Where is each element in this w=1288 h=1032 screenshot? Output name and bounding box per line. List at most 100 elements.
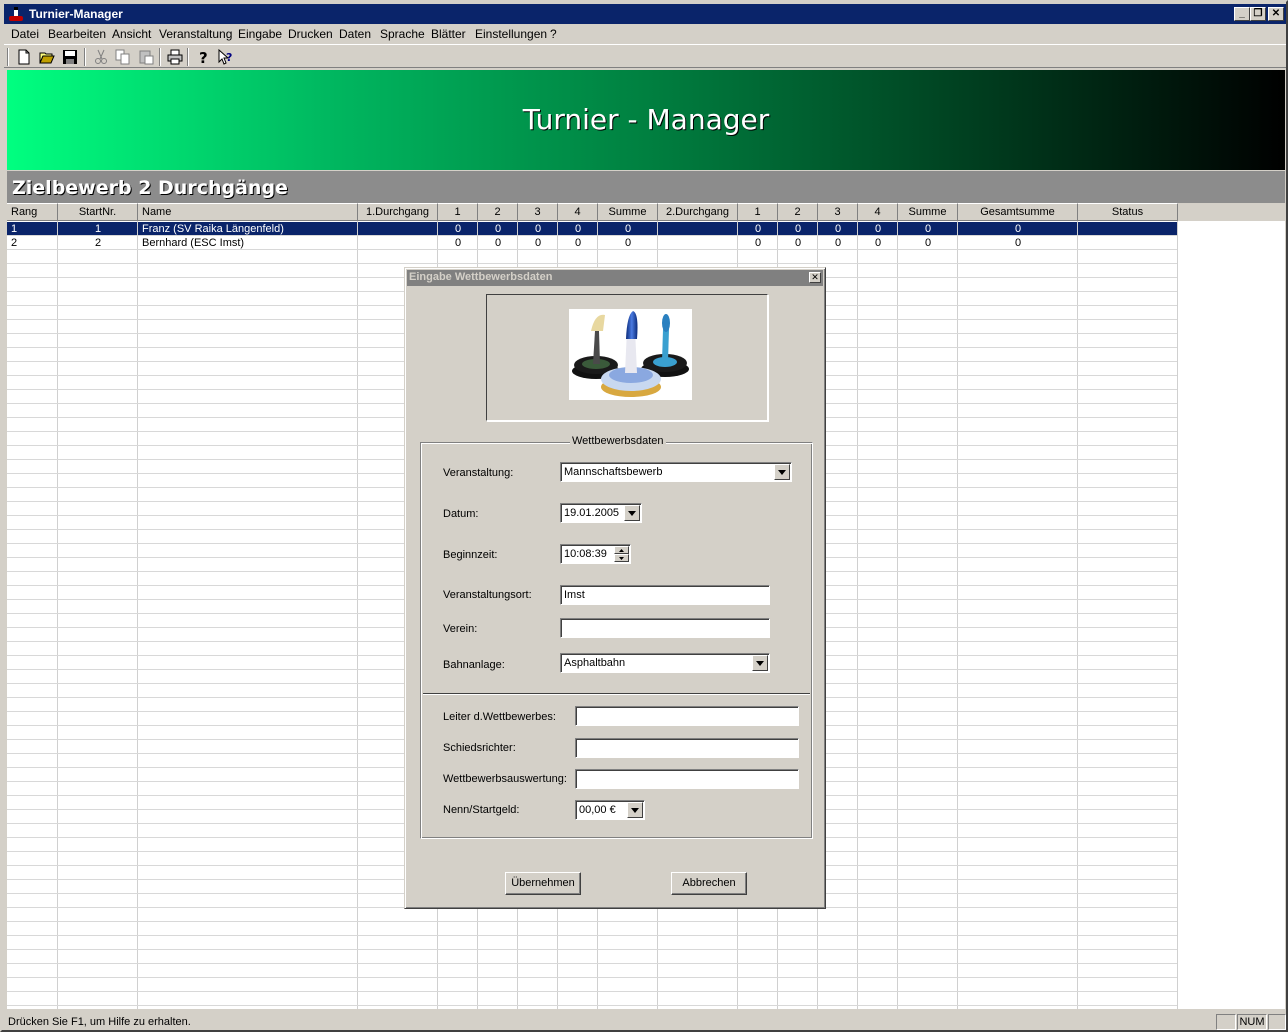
chevron-down-icon[interactable] — [752, 655, 768, 671]
table-cell[interactable]: 0 — [518, 222, 558, 236]
table-cell[interactable]: 2 — [58, 236, 138, 250]
menu-ansicht[interactable]: Ansicht — [112, 27, 151, 41]
menu-sprache[interactable]: Sprache — [380, 27, 425, 41]
table-cell[interactable]: 0 — [858, 236, 898, 250]
table-cell[interactable]: 0 — [478, 236, 518, 250]
table-cell[interactable]: 0 — [738, 236, 778, 250]
column-header[interactable]: Status — [1078, 203, 1178, 221]
table-cell[interactable]: 0 — [478, 222, 518, 236]
dialog-close-button[interactable]: ✕ — [809, 272, 821, 283]
chevron-down-icon[interactable] — [774, 464, 790, 480]
minimize-button[interactable]: _ — [1234, 7, 1250, 21]
column-header[interactable]: 1 — [738, 203, 778, 221]
bahnanlage-label: Bahnanlage: — [443, 659, 505, 671]
menu-bearbeiten[interactable]: Bearbeiten — [48, 27, 106, 41]
abbrechen-button[interactable]: Abbrechen — [671, 872, 747, 895]
table-cell[interactable]: 0 — [558, 222, 598, 236]
table-cell[interactable] — [358, 222, 438, 236]
chevron-down-icon[interactable] — [624, 505, 640, 521]
table-row[interactable]: 1 1 Franz (SV Raika Längenfeld) 0 0 0 0 0 0 0 0 0 0 0 — [7, 222, 1177, 236]
startgeld-select[interactable]: 00,00 € — [575, 800, 645, 820]
table-cell[interactable]: 0 — [598, 236, 658, 250]
context-help-icon[interactable]: ? — [217, 48, 235, 66]
table-cell[interactable]: 0 — [438, 236, 478, 250]
table-cell[interactable]: 0 — [778, 222, 818, 236]
table-cell[interactable]: 0 — [518, 236, 558, 250]
table-cell[interactable]: 0 — [818, 222, 858, 236]
status-text: Drücken Sie F1, um Hilfe zu erhalten. — [8, 1016, 191, 1028]
column-header[interactable]: 2 — [778, 203, 818, 221]
table-cell[interactable]: 0 — [858, 222, 898, 236]
cut-icon[interactable] — [92, 48, 110, 66]
bahnanlage-select[interactable]: Asphaltbahn — [560, 653, 770, 673]
spin-down-icon[interactable] — [614, 554, 629, 562]
table-cell[interactable]: 0 — [958, 222, 1078, 236]
column-header[interactable]: 1.Durchgang — [358, 203, 438, 221]
menu-blaetter[interactable]: Blätter — [431, 27, 466, 41]
paste-icon[interactable] — [137, 48, 155, 66]
table-cell[interactable]: 0 — [558, 236, 598, 250]
table-cell[interactable]: 0 — [898, 236, 958, 250]
column-header[interactable]: 2.Durchgang — [658, 203, 738, 221]
veranstaltungsort-field[interactable]: Imst — [560, 585, 770, 605]
help-icon[interactable]: ? — [194, 48, 212, 66]
column-header[interactable]: 4 — [858, 203, 898, 221]
open-folder-icon[interactable] — [38, 48, 56, 66]
table-cell[interactable]: 0 — [738, 222, 778, 236]
table-cell[interactable]: 2 — [7, 236, 58, 250]
menu-eingabe[interactable]: Eingabe — [238, 27, 282, 41]
column-header[interactable]: 1 — [438, 203, 478, 221]
time-spinner-buttons[interactable] — [614, 546, 629, 562]
table-cell[interactable]: Bernhard (ESC Imst) — [138, 236, 358, 250]
uebernehmen-button[interactable]: Übernehmen — [505, 872, 581, 895]
dialog-title-bar[interactable]: Eingabe Wettbewerbsdaten ✕ — [407, 270, 823, 286]
table-cell[interactable] — [658, 236, 738, 250]
column-header[interactable]: 4 — [558, 203, 598, 221]
menu-einstellungen[interactable]: Einstellungen — [475, 27, 547, 41]
menu-datei[interactable]: Datei — [11, 27, 39, 41]
column-header[interactable]: Summe — [898, 203, 958, 221]
column-header[interactable]: Gesamtsumme — [958, 203, 1078, 221]
table-cell[interactable]: 0 — [438, 222, 478, 236]
new-file-icon[interactable] — [15, 48, 33, 66]
beginnzeit-spinner[interactable]: 10:08:39 — [560, 544, 631, 564]
menu-veranstaltung[interactable]: Veranstaltung — [159, 27, 232, 41]
title-bar[interactable]: Turnier-Manager _ ❐ ✕ — [4, 4, 1286, 24]
table-cell[interactable] — [658, 222, 738, 236]
restore-button[interactable]: ❐ — [1250, 7, 1266, 21]
table-cell[interactable]: 0 — [778, 236, 818, 250]
auswertung-field[interactable] — [575, 769, 799, 789]
datum-picker[interactable]: 19.01.2005 — [560, 503, 642, 523]
table-cell[interactable]: 0 — [958, 236, 1078, 250]
menu-help[interactable]: ? — [550, 27, 557, 41]
table-cell[interactable] — [1078, 222, 1178, 236]
column-header[interactable]: StartNr. — [58, 203, 138, 221]
spin-up-icon[interactable] — [614, 546, 629, 554]
chevron-down-icon[interactable] — [627, 802, 643, 818]
column-header[interactable]: 2 — [478, 203, 518, 221]
column-header[interactable]: Rang — [7, 203, 58, 221]
leiter-field[interactable] — [575, 706, 799, 726]
close-button[interactable]: ✕ — [1268, 7, 1284, 21]
print-icon[interactable] — [166, 48, 184, 66]
table-cell[interactable]: 1 — [7, 222, 58, 236]
column-header[interactable]: Name — [138, 203, 358, 221]
column-header[interactable]: Summe — [598, 203, 658, 221]
column-header[interactable]: 3 — [818, 203, 858, 221]
table-cell[interactable] — [358, 236, 438, 250]
veranstaltung-select[interactable]: Mannschaftsbewerb — [560, 462, 792, 482]
schiedsrichter-field[interactable] — [575, 738, 799, 758]
table-cell[interactable]: 0 — [598, 222, 658, 236]
table-cell[interactable]: Franz (SV Raika Längenfeld) — [138, 222, 358, 236]
table-cell[interactable]: 0 — [898, 222, 958, 236]
table-cell[interactable]: 0 — [818, 236, 858, 250]
save-icon[interactable] — [61, 48, 79, 66]
table-row[interactable]: 2 2 Bernhard (ESC Imst) 0 0 0 0 0 0 0 0 0 0 0 — [7, 236, 1177, 250]
table-cell[interactable]: 1 — [58, 222, 138, 236]
menu-drucken[interactable]: Drucken — [288, 27, 333, 41]
verein-field[interactable] — [560, 618, 770, 638]
column-header[interactable]: 3 — [518, 203, 558, 221]
table-cell[interactable] — [1078, 236, 1178, 250]
menu-daten[interactable]: Daten — [339, 27, 371, 41]
copy-icon[interactable] — [114, 48, 132, 66]
